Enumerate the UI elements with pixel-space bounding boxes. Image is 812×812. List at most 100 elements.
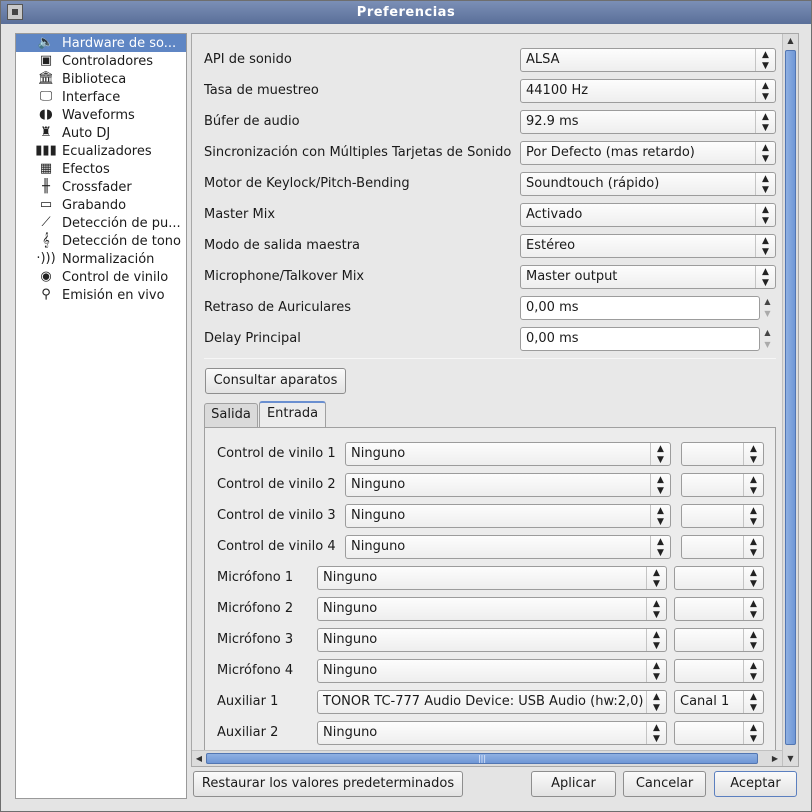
scroll-down-icon[interactable]: ▼ <box>783 752 798 766</box>
vinyl-1-channel-select[interactable]: ▲ ▼ <box>681 442 764 466</box>
separator <box>204 358 776 359</box>
aux-1-channel-select[interactable]: Canal 1 ▲ ▼ <box>674 690 764 714</box>
sidebar-item-key-detection[interactable]: 𝄞 Detección de tono <box>16 232 186 250</box>
vinyl-4-channel-select[interactable]: ▲ ▼ <box>681 535 764 559</box>
chevron-updown-icon: ▲ ▼ <box>755 49 775 71</box>
mic-4-device-select[interactable]: Ninguno ▲ ▼ <box>317 659 667 683</box>
library-icon: 🏛 <box>37 71 55 86</box>
sidebar-item-label: Ecualizadores <box>62 143 152 159</box>
select-value: 44100 Hz <box>526 83 589 98</box>
sound-api-select[interactable]: ALSA ▲ ▼ <box>520 48 776 72</box>
keylock-engine-select[interactable]: Soundtouch (rápido) ▲ ▼ <box>520 172 776 196</box>
tab-input[interactable]: Entrada <box>259 401 326 427</box>
aux-1-device-select[interactable]: TONOR TC-777 Audio Device: USB Audio (hw… <box>317 690 667 714</box>
normalization-icon: ·))) <box>36 251 56 266</box>
cancel-button[interactable]: Cancelar <box>623 771 706 797</box>
scrollbar-thumb[interactable] <box>785 50 796 745</box>
aux-2-device-select[interactable]: Ninguno ▲ ▼ <box>317 721 667 745</box>
mic-3-channel-select[interactable]: ▲ ▼ <box>674 628 764 652</box>
setting-row-sound-api: API de sonido ALSA ▲ ▼ <box>204 48 776 72</box>
sidebar-item-interface[interactable]: 🖵 Interface <box>16 88 186 106</box>
mic-1-device-select[interactable]: Ninguno ▲ ▼ <box>317 566 667 590</box>
horizontal-scrollbar[interactable]: ◀ ||| ▶ <box>192 750 782 766</box>
setting-row-master-mix: Master Mix Activado ▲ ▼ <box>204 203 776 227</box>
chevron-updown-icon: ▲ ▼ <box>743 567 763 589</box>
master-output-mode-select[interactable]: Estéreo ▲ ▼ <box>520 234 776 258</box>
setting-row-headphone-delay: Retraso de Auriculares 0,00 ms ▲ ▼ <box>204 296 776 320</box>
tab-output[interactable]: Salida <box>204 403 258 427</box>
mic-2-channel-select[interactable]: ▲ ▼ <box>674 597 764 621</box>
accept-button[interactable]: Aceptar <box>714 771 797 797</box>
sample-rate-select[interactable]: 44100 Hz ▲ ▼ <box>520 79 776 103</box>
audio-buffer-select[interactable]: 92.9 ms ▲ ▼ <box>520 110 776 134</box>
query-devices-button[interactable]: Consultar aparatos <box>205 368 346 394</box>
select-value: Ninguno <box>323 663 378 678</box>
sidebar-item-controllers[interactable]: ▣ Controladores <box>16 52 186 70</box>
vinyl-icon: ◉ <box>40 269 52 284</box>
chevron-updown-icon: ▲ ▼ <box>646 629 666 651</box>
sidebar-item-waveforms[interactable]: ◖◗ Waveforms <box>16 106 186 124</box>
sidebar-item-equalizers[interactable]: ▮▮▮ Ecualizadores <box>16 142 186 160</box>
setting-row-audio-buffer: Búfer de audio 92.9 ms ▲ ▼ <box>204 110 776 134</box>
scroll-up-icon[interactable]: ▲ <box>783 34 798 48</box>
vertical-scrollbar[interactable]: ▲ ▼ <box>782 34 798 766</box>
chevron-updown-icon: ▲ ▼ <box>646 691 666 713</box>
scroll-right-icon[interactable]: ▶ <box>768 751 782 766</box>
apply-button[interactable]: Aplicar <box>531 771 616 797</box>
restore-defaults-button[interactable]: Restaurar los valores predeterminados <box>193 771 463 797</box>
vinyl-2-channel-select[interactable]: ▲ ▼ <box>681 473 764 497</box>
vinyl-2-device-select[interactable]: Ninguno ▲ ▼ <box>345 473 671 497</box>
headphone-delay-spinbox[interactable]: 0,00 ms ▲ ▼ <box>520 296 771 320</box>
sidebar-item-beat-detection[interactable]: ⟋ Detección de pu... <box>16 214 186 232</box>
sidebar-item-library[interactable]: 🏛 Biblioteca <box>16 70 186 88</box>
setting-label: Modo de salida maestra <box>204 238 361 253</box>
sidebar-item-label: Auto DJ <box>62 125 111 141</box>
spin-down-icon[interactable]: ▼ <box>760 339 775 351</box>
preferences-window: Preferencias 🔈 Hardware de so... ▣ Control… <box>0 0 812 812</box>
input-label: Micrófono 4 <box>217 663 294 678</box>
mic-1-channel-select[interactable]: ▲ ▼ <box>674 566 764 590</box>
sidebar-item-label: Waveforms <box>62 107 135 123</box>
mic-4-channel-select[interactable]: ▲ ▼ <box>674 659 764 683</box>
sidebar-item-live-broadcasting[interactable]: ⚲ Emisión en vivo <box>16 286 186 304</box>
sidebar-item-label: Control de vinilo <box>62 269 169 285</box>
chevron-updown-icon: ▲ ▼ <box>755 204 775 226</box>
multi-soundcard-sync-select[interactable]: Por Defecto (mas retardo) ▲ ▼ <box>520 141 776 165</box>
aux-2-channel-select[interactable]: ▲ ▼ <box>674 721 764 745</box>
sidebar-item-recording[interactable]: ▭ Grabando <box>16 196 186 214</box>
master-delay-spinbox[interactable]: 0,00 ms ▲ ▼ <box>520 327 771 351</box>
equalizer-icon: ▮▮▮ <box>35 143 57 158</box>
select-value: Activado <box>526 207 583 222</box>
setting-row-talkover-mix: Microphone/Talkover Mix Master output ▲ ▼ <box>204 265 776 289</box>
sidebar-item-vinyl-control[interactable]: ◉ Control de vinilo <box>16 268 186 286</box>
sidebar-item-normalization[interactable]: ·))) Normalización <box>16 250 186 268</box>
setting-label: Tasa de muestreo <box>204 83 319 98</box>
spin-down-icon[interactable]: ▼ <box>760 308 775 320</box>
spin-up-icon[interactable]: ▲ <box>760 327 775 339</box>
mic-3-device-select[interactable]: Ninguno ▲ ▼ <box>317 628 667 652</box>
chevron-updown-icon: ▲ ▼ <box>650 474 670 496</box>
setting-label: Retraso de Auriculares <box>204 300 351 315</box>
vinyl-1-device-select[interactable]: Ninguno ▲ ▼ <box>345 442 671 466</box>
vinyl-3-device-select[interactable]: Ninguno ▲ ▼ <box>345 504 671 528</box>
broadcast-icon: ⚲ <box>41 287 51 302</box>
spinbox-value: 0,00 ms <box>526 300 579 315</box>
select-value: Soundtouch (rápido) <box>526 176 660 191</box>
scroll-left-icon[interactable]: ◀ <box>192 751 206 766</box>
talkover-mix-select[interactable]: Master output ▲ ▼ <box>520 265 776 289</box>
setting-row-keylock-engine: Motor de Keylock/Pitch-Bending Soundtouc… <box>204 172 776 196</box>
vinyl-3-channel-select[interactable]: ▲ ▼ <box>681 504 764 528</box>
app-icon[interactable] <box>7 4 23 20</box>
sidebar-item-sound-hardware[interactable]: 🔈 Hardware de so... <box>16 34 186 52</box>
master-mix-select[interactable]: Activado ▲ ▼ <box>520 203 776 227</box>
mic-2-device-select[interactable]: Ninguno ▲ ▼ <box>317 597 667 621</box>
select-value: Ninguno <box>351 477 406 492</box>
input-label: Control de vinilo 3 <box>217 508 336 523</box>
vinyl-4-device-select[interactable]: Ninguno ▲ ▼ <box>345 535 671 559</box>
sidebar-item-crossfader[interactable]: ╫ Crossfader <box>16 178 186 196</box>
sidebar-item-effects[interactable]: ▦ Efectos <box>16 160 186 178</box>
chevron-updown-icon: ▲ ▼ <box>646 567 666 589</box>
scrollbar-thumb[interactable]: ||| <box>206 753 758 764</box>
sidebar-item-auto-dj[interactable]: ♜ Auto DJ <box>16 124 186 142</box>
spin-up-icon[interactable]: ▲ <box>760 296 775 308</box>
